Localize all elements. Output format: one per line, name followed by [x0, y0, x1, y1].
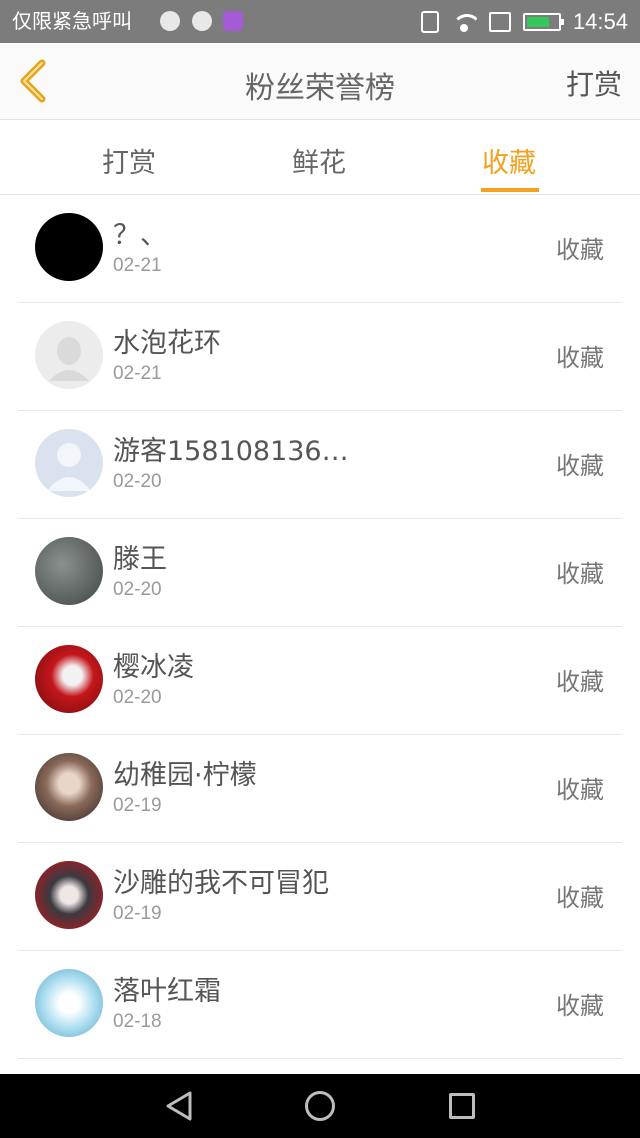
nav-recent-icon[interactable]: [449, 1093, 475, 1119]
nav-home-icon[interactable]: [305, 1091, 335, 1121]
list-item[interactable]: 滕王 02-20 收藏: [18, 519, 622, 627]
list-item[interactable]: 沙雕的我不可冒犯 02-19 收藏: [18, 843, 622, 951]
notification-icon: [223, 11, 243, 31]
action-type: 收藏: [556, 884, 604, 912]
list-item[interactable]: 幼稚园·柠檬 02-19 收藏: [18, 735, 622, 843]
tab-indicator: [481, 188, 539, 192]
list-item[interactable]: ？、 02-21 收藏: [18, 195, 622, 303]
action-type: 收藏: [556, 560, 604, 588]
status-bar: 仅限紧急呼叫 14:54: [0, 0, 640, 43]
fan-date: 02-19: [113, 795, 162, 816]
system-nav-bar: [0, 1074, 640, 1138]
avatar: [35, 861, 103, 929]
fan-name: 樱冰凌: [113, 652, 194, 683]
nav-back-icon[interactable]: [164, 1090, 194, 1122]
fan-name: 幼稚园·柠檬: [113, 760, 257, 791]
wifi-icon: [451, 12, 477, 32]
action-type: 收藏: [556, 776, 604, 804]
list-item[interactable]: 水泡花环 02-21 收藏: [18, 303, 622, 411]
tab-flowers[interactable]: 鲜花: [292, 141, 346, 180]
default-avatar-icon: [49, 337, 89, 381]
fan-date: 02-21: [113, 363, 162, 384]
battery-icon: [522, 12, 564, 31]
action-type: 收藏: [556, 236, 604, 264]
reward-button[interactable]: 打赏: [566, 63, 622, 103]
fan-date: 02-20: [113, 579, 162, 600]
avatar: [35, 537, 103, 605]
guest-avatar-icon: [47, 443, 91, 491]
avatar: [35, 645, 103, 713]
page-title: 粉丝荣誉榜: [245, 71, 395, 106]
fan-date: 02-21: [113, 255, 162, 276]
fan-date: 02-19: [113, 903, 162, 924]
avatar: [35, 753, 103, 821]
fan-date: 02-20: [113, 471, 162, 492]
avatar: [35, 429, 103, 497]
fan-name: ？、: [113, 220, 167, 251]
list-item[interactable]: 游客1581081368… 02-20 收藏: [18, 411, 622, 519]
avatar: [35, 969, 103, 1037]
fan-name: 沙雕的我不可冒犯: [113, 868, 329, 899]
action-type: 收藏: [556, 344, 604, 372]
fan-date: 02-18: [113, 1011, 162, 1032]
sim-icon: [488, 11, 511, 32]
avatar: [35, 321, 103, 389]
list-item[interactable]: 樱冰凌 02-20 收藏: [18, 627, 622, 735]
fan-date: 02-20: [113, 687, 162, 708]
list-item[interactable]: 落叶红霜 02-18 收藏: [18, 951, 622, 1059]
fan-name: 滕王: [113, 544, 167, 575]
fan-name: 落叶红霜: [113, 976, 221, 1007]
tab-favorites[interactable]: 收藏: [482, 141, 536, 180]
notification-icon: [192, 11, 212, 31]
action-type: 收藏: [556, 992, 604, 1020]
tab-reward[interactable]: 打赏: [102, 141, 156, 180]
carrier-text: 仅限紧急呼叫: [12, 9, 132, 33]
vibrate-icon: [420, 10, 439, 33]
fan-name: 水泡花环: [113, 328, 221, 359]
clock: 14:54: [572, 8, 628, 34]
avatar: [35, 213, 103, 281]
action-type: 收藏: [556, 668, 604, 696]
header: 粉丝荣誉榜 打赏: [0, 43, 640, 120]
fan-list: ？、 02-21 收藏 水泡花环 02-21 收藏 游客1581081368… …: [0, 195, 640, 1059]
fan-name: 游客1581081368…: [113, 436, 353, 467]
notification-icon: [160, 11, 180, 31]
action-type: 收藏: [556, 452, 604, 480]
tab-bar: 打赏 鲜花 收藏: [0, 121, 640, 195]
